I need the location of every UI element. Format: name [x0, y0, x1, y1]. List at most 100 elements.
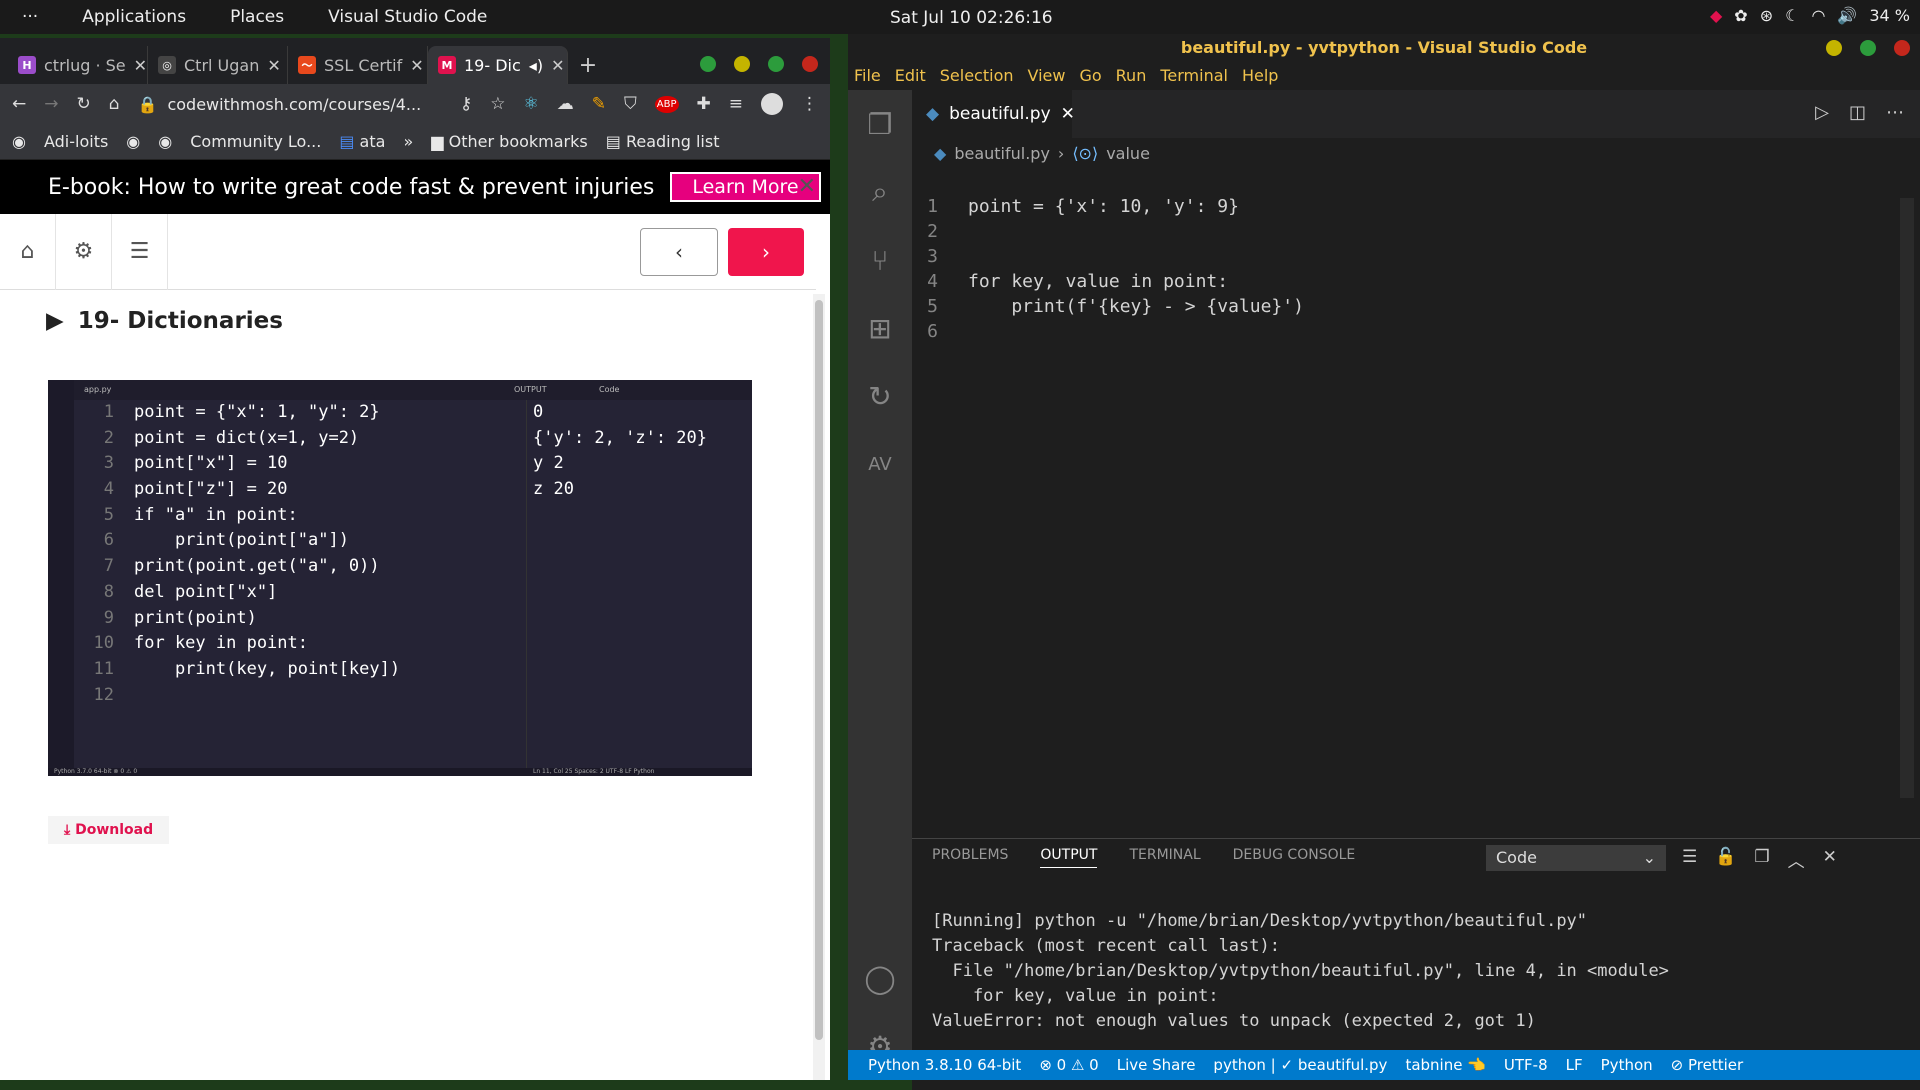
breadcrumb-file[interactable]: beautiful.py [954, 144, 1050, 163]
app-indicator-icon[interactable]: ◆ [1710, 6, 1722, 25]
extension-icon[interactable]: ☁ [557, 94, 574, 114]
applications-menu[interactable]: Applications [60, 7, 208, 27]
close-window-button[interactable] [802, 56, 818, 72]
forward-icon[interactable]: → [44, 94, 58, 114]
browser-tab[interactable]: Hctrlug · Se ✕ [8, 46, 148, 84]
bookmark-github-icon[interactable]: ◉ [158, 132, 172, 151]
status-item[interactable]: Python [1601, 1056, 1653, 1074]
more-bookmarks-icon[interactable]: » [403, 132, 413, 151]
home-icon[interactable]: ⌂ [109, 94, 120, 114]
menu-file[interactable]: File [854, 66, 881, 90]
close-icon[interactable]: ✕ [798, 174, 816, 199]
lecture-video[interactable]: app.py OUTPUT Code 1 point = {"x": 1, "y"… [48, 380, 752, 776]
bookmark-star-icon[interactable]: ☆ [490, 94, 505, 114]
close-tab-icon[interactable]: ✕ [267, 56, 280, 75]
audio-icon[interactable]: ◂) [529, 56, 543, 75]
close-tab-icon[interactable]: ✕ [134, 56, 147, 75]
breadcrumb-symbol[interactable]: value [1106, 144, 1150, 163]
minimize-button[interactable] [734, 56, 750, 72]
settings-indicator-icon[interactable]: ✿ [1734, 6, 1747, 25]
battery-level[interactable]: 34 % [1869, 6, 1910, 25]
next-lecture-button[interactable]: › [728, 228, 804, 276]
more-menu-icon[interactable]: ⋮ [801, 94, 818, 114]
new-tab-button[interactable]: + [568, 46, 608, 84]
bookmark-folder[interactable]: ▆ Other bookmarks [431, 132, 588, 151]
tab-problems[interactable]: PROBLEMS [932, 847, 1008, 868]
key-icon[interactable]: ⚷ [460, 94, 472, 114]
accessibility-icon[interactable]: ⊛ [1760, 6, 1773, 25]
accounts-icon[interactable]: ◯ [848, 944, 912, 1012]
reload-icon[interactable]: ↻ [77, 94, 91, 114]
menu-view[interactable]: View [1028, 66, 1066, 90]
browser-tab[interactable]: ◎ Ctrl Ugan ✕ [148, 46, 288, 84]
close-tab-icon[interactable]: ✕ [1061, 104, 1075, 124]
tabnine-icon[interactable]: AV [848, 430, 912, 498]
lock-scroll-icon[interactable]: 🔓 [1715, 847, 1736, 872]
minimize-button[interactable] [1826, 40, 1842, 56]
menu-help[interactable]: Help [1242, 66, 1278, 90]
bookmark-github-icon[interactable]: ◉ [12, 132, 26, 151]
status-item[interactable]: tabnine 👈 [1405, 1056, 1485, 1074]
browser-tab[interactable]: 〜 SSL Certif ✕ [288, 46, 428, 84]
reading-list-icon[interactable]: ≡ [729, 94, 743, 114]
close-tab-icon[interactable]: ✕ [551, 56, 564, 75]
copy-icon[interactable]: ❐ [1754, 847, 1769, 872]
list-icon[interactable]: ☰ [112, 213, 168, 290]
status-item[interactable]: Live Share [1117, 1056, 1196, 1074]
close-window-button[interactable] [1894, 40, 1910, 56]
output-channel-select[interactable]: Code ⌄ [1486, 845, 1666, 871]
volume-icon[interactable]: 🔊 [1837, 6, 1857, 25]
status-item[interactable]: LF [1566, 1056, 1583, 1074]
status-item[interactable]: Python 3.8.10 64-bit [868, 1056, 1021, 1074]
vscode-app-menu[interactable]: Visual Studio Code [306, 7, 509, 27]
adblock-icon[interactable]: ABP [654, 95, 679, 113]
menu-go[interactable]: Go [1079, 66, 1101, 90]
wifi-icon[interactable]: ◠ [1811, 6, 1825, 25]
tab-search-icon[interactable] [700, 56, 716, 72]
more-actions-icon[interactable]: ⋯ [1886, 102, 1904, 123]
home-icon[interactable]: ⌂ [0, 213, 56, 290]
bookmark-item[interactable]: Community Lo... [190, 132, 321, 151]
menu-selection[interactable]: Selection [940, 66, 1014, 90]
previous-lecture-button[interactable]: ‹ [640, 228, 718, 276]
extension-icon[interactable]: ⚛ [524, 94, 539, 114]
activities-dots[interactable]: ··· [0, 7, 60, 27]
scrollbar-thumb[interactable] [815, 300, 823, 1040]
bookmark-item[interactable]: ▤ ata [339, 132, 385, 151]
bookmark-item[interactable]: Adi-loits [44, 132, 108, 151]
tab-debug-console[interactable]: DEBUG CONSOLE [1233, 847, 1356, 868]
menu-run[interactable]: Run [1116, 66, 1147, 90]
status-item[interactable]: python | ✓ beautiful.py [1213, 1056, 1387, 1074]
close-panel-icon[interactable]: ✕ [1823, 847, 1837, 872]
night-light-icon[interactable]: ☾ [1785, 6, 1799, 25]
editor-tab-beautiful[interactable]: ◆ beautiful.py ✕ [912, 90, 1075, 138]
profile-avatar[interactable] [761, 93, 783, 115]
menu-edit[interactable]: Edit [895, 66, 926, 90]
maximize-panel-icon[interactable]: ︿ [1788, 847, 1805, 872]
run-icon[interactable]: ▷ [1815, 102, 1829, 123]
status-item[interactable]: UTF-8 [1504, 1056, 1548, 1074]
editor-scrollbar[interactable] [1900, 198, 1914, 798]
address-bar[interactable]: 🔒 codewithmosh.com/courses/4... [138, 89, 442, 119]
status-item[interactable]: ⊘ Prettier [1671, 1056, 1744, 1074]
reading-list[interactable]: ▤ Reading list [606, 132, 720, 151]
bookmark-github-icon[interactable]: ◉ [126, 132, 140, 151]
back-icon[interactable]: ← [12, 94, 26, 114]
menu-terminal[interactable]: Terminal [1160, 66, 1228, 90]
remote-explorer-icon[interactable]: ↻ [848, 362, 912, 430]
extension-icon[interactable]: ✎ [592, 94, 606, 114]
clock[interactable]: Sat Jul 10 02:26:16 [890, 8, 1053, 28]
extensions-icon[interactable]: ⊞ [848, 294, 912, 362]
status-item[interactable]: ⊗ 0 ⚠ 0 [1039, 1056, 1098, 1074]
close-tab-icon[interactable]: ✕ [410, 56, 423, 75]
tab-terminal[interactable]: TERMINAL [1129, 847, 1200, 868]
source-control-icon[interactable]: ⑂ [848, 226, 912, 294]
split-editor-icon[interactable]: ◫ [1849, 102, 1866, 123]
search-icon[interactable]: ⌕ [848, 158, 912, 226]
shield-icon[interactable]: ⛉ [624, 94, 637, 114]
clear-output-icon[interactable]: ☰ [1682, 847, 1697, 872]
maximize-button[interactable] [768, 56, 784, 72]
download-button[interactable]: ⤓ Download [48, 816, 170, 844]
tab-output[interactable]: OUTPUT [1040, 847, 1098, 868]
maximize-button[interactable] [1860, 40, 1876, 56]
